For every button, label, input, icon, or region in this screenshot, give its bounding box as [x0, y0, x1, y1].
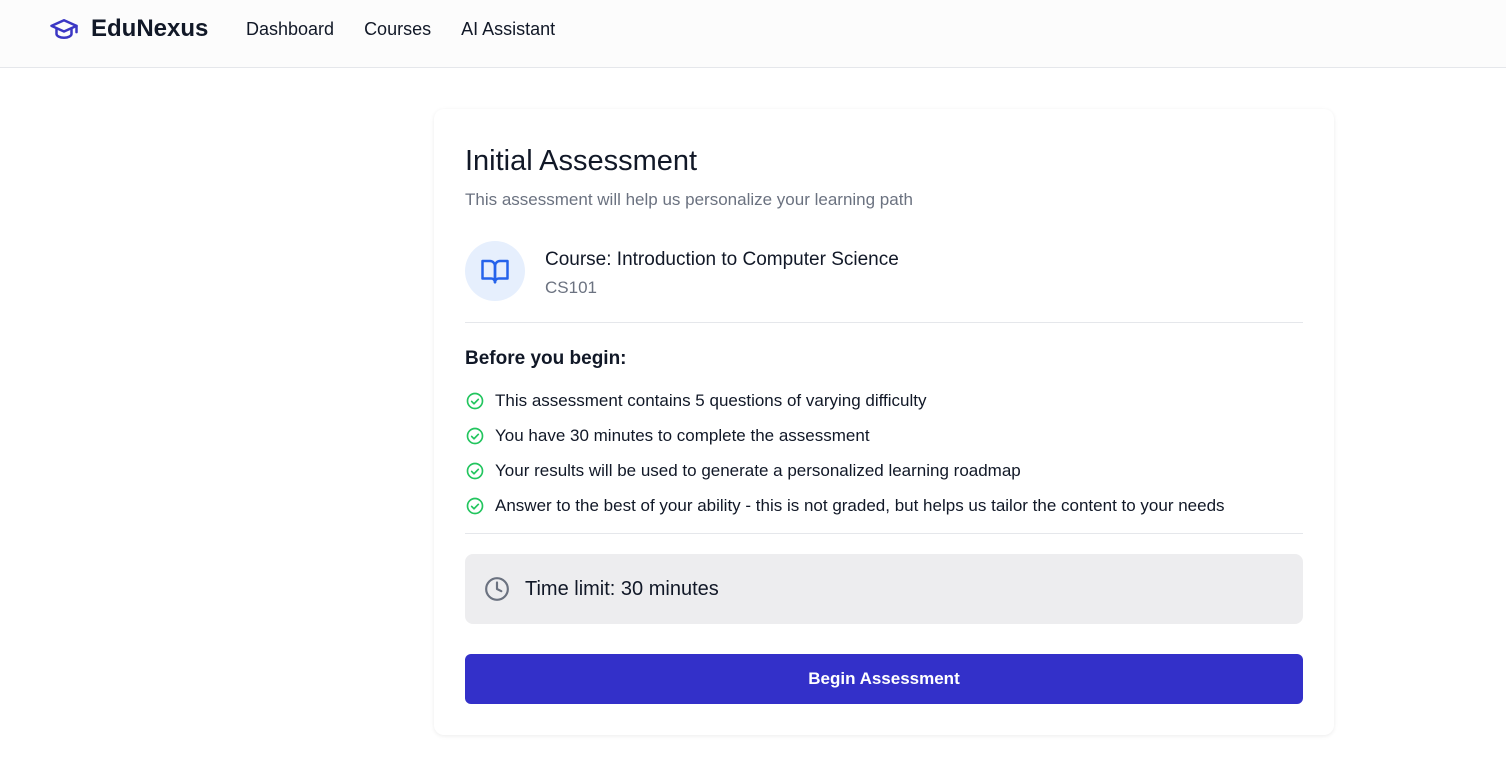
nav-ai-assistant[interactable]: AI Assistant: [461, 17, 555, 41]
list-item: This assessment contains 5 questions of …: [465, 383, 1225, 418]
check-circle-icon: [466, 392, 484, 409]
graduation-cap-icon: [50, 19, 78, 39]
before-you-begin-heading: Before you begin:: [465, 348, 627, 369]
page-subtitle: This assessment will help us personalize…: [465, 190, 913, 209]
nav-dashboard[interactable]: Dashboard: [246, 17, 334, 41]
nav-courses[interactable]: Courses: [364, 17, 431, 41]
list-item-text: This assessment contains 5 questions of …: [495, 390, 927, 410]
begin-assessment-button[interactable]: Begin Assessment: [465, 654, 1303, 704]
course-info: Course: Introduction to Computer Science…: [465, 241, 1303, 301]
main-nav: Dashboard Courses AI Assistant: [246, 17, 555, 41]
divider: [465, 533, 1303, 534]
instructions-list: This assessment contains 5 questions of …: [465, 383, 1225, 523]
list-item: Answer to the best of your ability - thi…: [465, 488, 1225, 523]
divider: [465, 322, 1303, 323]
brand-logo[interactable]: EduNexus: [49, 14, 208, 44]
assessment-card: Initial Assessment This assessment will …: [434, 109, 1334, 735]
top-navbar: EduNexus Dashboard Courses AI Assistant: [0, 0, 1506, 68]
open-book-icon: [481, 259, 509, 284]
list-item: Your results will be used to generate a …: [465, 453, 1225, 488]
check-circle-icon: [466, 427, 484, 444]
clock-icon: [485, 577, 509, 601]
check-circle-icon: [466, 462, 484, 479]
list-item-text: Answer to the best of your ability - thi…: [495, 495, 1225, 515]
brand-name: EduNexus: [91, 15, 209, 42]
course-name: Course: Introduction to Computer Science: [545, 249, 899, 270]
course-code: CS101: [545, 278, 597, 297]
list-item-text: Your results will be used to generate a …: [495, 460, 1021, 480]
time-limit-text: Time limit: 30 minutes: [525, 577, 719, 600]
list-item-text: You have 30 minutes to complete the asse…: [495, 425, 870, 445]
check-circle-icon: [466, 497, 484, 514]
course-icon-badge: [465, 241, 525, 301]
page-title: Initial Assessment: [465, 145, 698, 177]
time-limit-box: Time limit: 30 minutes: [465, 554, 1303, 624]
list-item: You have 30 minutes to complete the asse…: [465, 418, 1225, 453]
